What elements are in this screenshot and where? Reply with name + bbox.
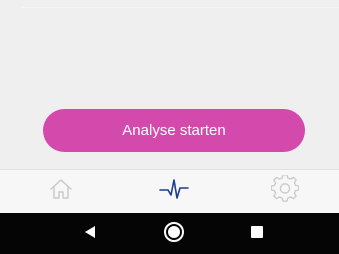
system-home-button[interactable] [160, 221, 188, 247]
tab-settings[interactable] [257, 170, 313, 213]
heartbeat-icon [159, 177, 189, 206]
system-back-button[interactable] [76, 221, 104, 247]
divider [22, 7, 339, 8]
tab-analysis[interactable] [146, 170, 202, 213]
recents-square-icon [250, 225, 264, 244]
system-recents-button[interactable] [243, 221, 271, 247]
back-triangle-icon [83, 225, 97, 244]
start-analysis-button[interactable]: Analyse starten [43, 109, 305, 152]
system-navigation-bar [0, 213, 339, 254]
gear-icon [270, 174, 300, 208]
tab-home[interactable] [33, 170, 89, 213]
main-content: Analyse starten [0, 0, 339, 169]
bottom-tab-bar [0, 169, 339, 213]
home-icon [49, 178, 73, 205]
home-circle-icon [163, 221, 185, 248]
